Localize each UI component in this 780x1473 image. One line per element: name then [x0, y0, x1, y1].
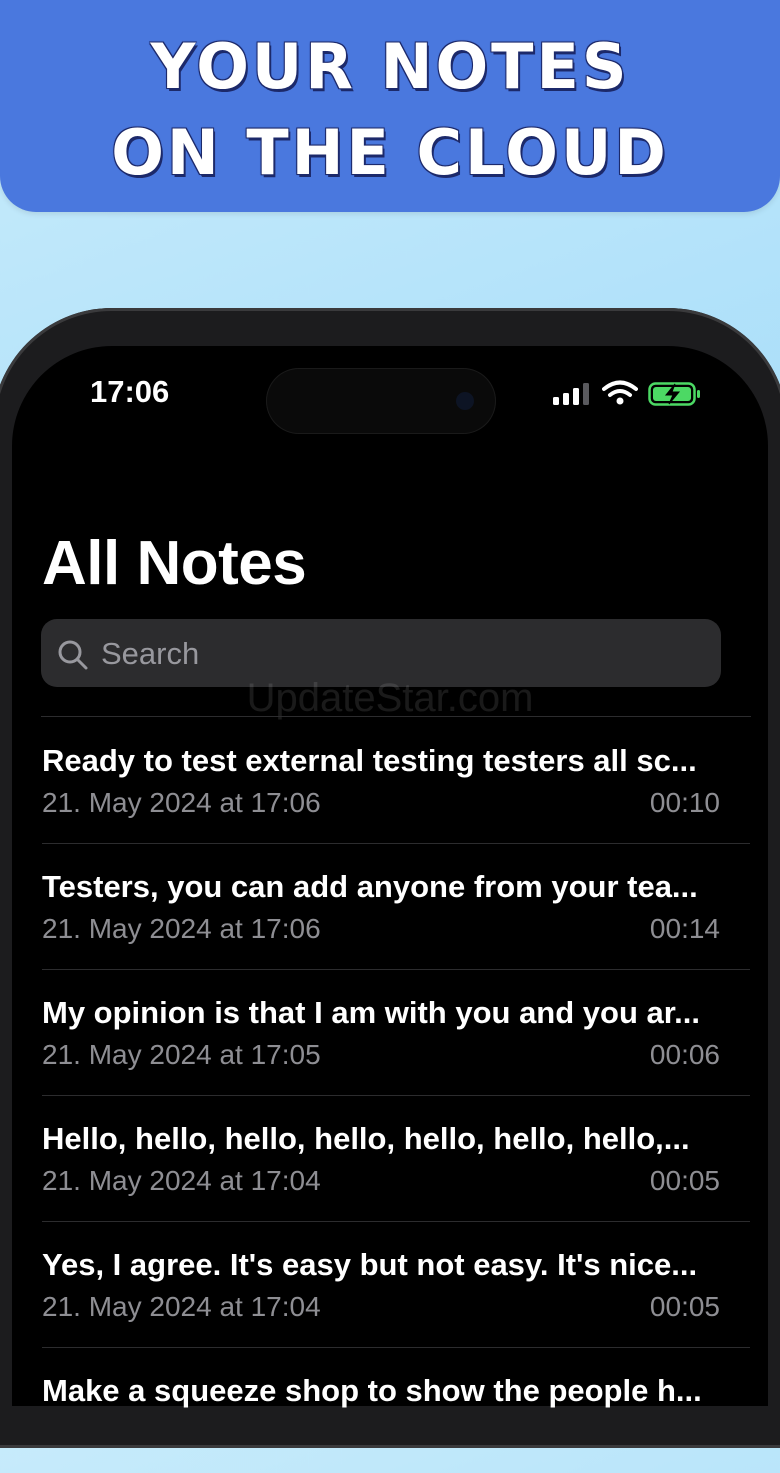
camera-icon: [456, 392, 474, 410]
battery-charging-icon: [648, 382, 700, 406]
note-row[interactable]: Ready to test external testing testers a…: [42, 717, 750, 844]
cellular-signal-icon: [553, 383, 589, 405]
status-bar-time: 17:06: [90, 374, 170, 409]
watermark: UpdateStar.com: [246, 676, 534, 720]
note-title: My opinion is that I am with you and you…: [42, 995, 700, 1030]
note-title: Hello, hello, hello, hello, hello, hello…: [42, 1121, 690, 1156]
dynamic-island: [266, 368, 496, 434]
note-date: 21. May 2024 at 17:05: [42, 1039, 321, 1070]
note-title: Yes, I agree. It's easy but not easy. It…: [42, 1247, 698, 1282]
note-row[interactable]: Testers, you can add anyone from your te…: [42, 843, 750, 970]
note-duration: 00:05: [649, 1291, 720, 1322]
note-row[interactable]: Hello, hello, hello, hello, hello, hello…: [42, 1095, 750, 1222]
note-title: Ready to test external testing testers a…: [42, 743, 697, 778]
note-title: Make a squeeze shop to show the people h…: [42, 1373, 702, 1408]
banner-headline-line-1: YOUR NOTES: [150, 30, 630, 103]
page-title: All Notes: [42, 529, 307, 598]
search-icon: [58, 640, 88, 670]
wifi-icon: [602, 380, 638, 405]
note-duration: 00:05: [649, 1165, 720, 1196]
note-date: 21. May 2024 at 17:06: [42, 913, 321, 944]
promo-banner: YOUR NOTES ON THE CLOUD: [0, 0, 780, 212]
note-duration: 00:14: [649, 913, 720, 944]
note-date: 21. May 2024 at 17:04: [42, 1291, 321, 1322]
note-duration: 00:10: [649, 787, 720, 818]
note-date: 21. May 2024 at 17:06: [42, 787, 321, 818]
note-duration: 00:06: [649, 1039, 720, 1070]
note-date: 21. May 2024 at 17:04: [42, 1165, 321, 1196]
banner-headline-line-2: ON THE CLOUD: [111, 116, 669, 189]
note-row[interactable]: My opinion is that I am with you and you…: [42, 969, 750, 1096]
note-title: Testers, you can add anyone from your te…: [42, 869, 698, 904]
note-row[interactable]: Make a squeeze shop to show the people h…: [42, 1347, 750, 1473]
note-row[interactable]: Yes, I agree. It's easy but not easy. It…: [42, 1221, 750, 1348]
